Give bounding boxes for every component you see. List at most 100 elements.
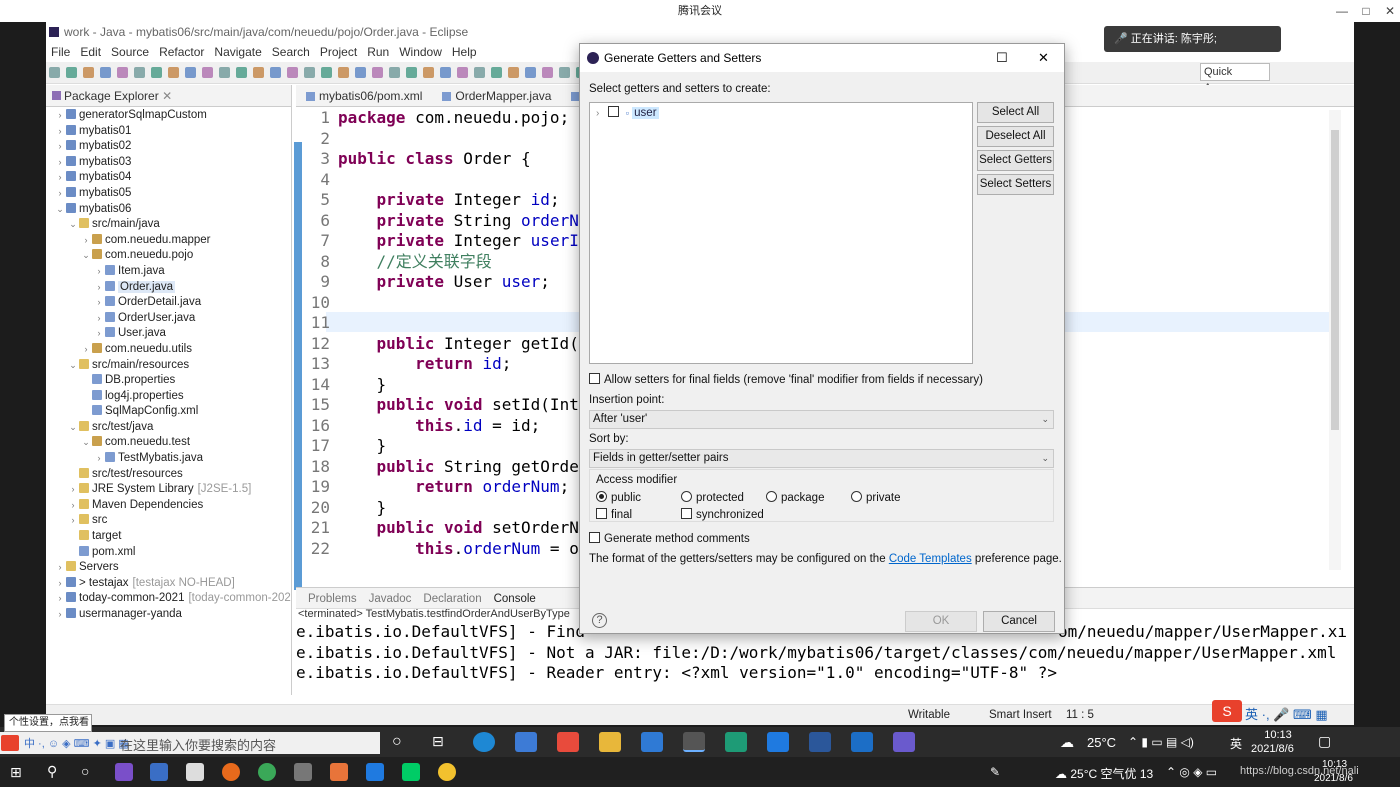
chevron-right-icon[interactable]: › (596, 108, 599, 119)
access-protected[interactable]: protected (681, 491, 744, 504)
chevron-icon[interactable]: › (93, 451, 105, 467)
toolbar-tool-icon[interactable] (440, 67, 451, 78)
clock-date-2[interactable]: 2021/8/6 (1314, 773, 1353, 784)
editor-tab[interactable]: OrderMapper.java (432, 85, 561, 107)
maximize-icon[interactable]: ☐ (996, 44, 1008, 72)
tab-problems[interactable]: Problems (308, 593, 357, 605)
tree-item[interactable]: › src (46, 513, 291, 529)
powershell-icon[interactable] (150, 763, 168, 781)
tree-item[interactable]: pom.xml (46, 545, 291, 561)
toolbar-tool-icon[interactable] (134, 67, 145, 78)
tab-javadoc[interactable]: Javadoc (369, 593, 412, 605)
menu-navigate[interactable]: Navigate (214, 45, 261, 59)
chrome-icon[interactable] (258, 763, 276, 781)
toolbar-tool-icon[interactable] (457, 67, 468, 78)
toolbar-tool-icon[interactable] (66, 67, 77, 78)
chevron-icon[interactable]: › (93, 326, 105, 342)
toolbar-tool-icon[interactable] (372, 67, 383, 78)
chevron-icon[interactable]: › (67, 498, 79, 514)
app-icon-yellow[interactable] (438, 763, 456, 781)
tree-item[interactable]: src/test/resources (46, 467, 291, 483)
code-templates-link[interactable]: Code Templates (889, 553, 972, 565)
chevron-icon[interactable]: › (54, 108, 66, 124)
tree-item[interactable]: › User.java (46, 326, 291, 342)
toolbar-tool-icon[interactable] (321, 67, 332, 78)
tree-item[interactable]: › JRE System Library [J2SE-1.5] (46, 482, 291, 498)
file-explorer-icon[interactable] (599, 732, 621, 752)
tree-item[interactable]: ⌄ mybatis06 (46, 202, 291, 218)
tree-item[interactable]: ⌄ src/main/java (46, 217, 291, 233)
tab-declaration[interactable]: Declaration (423, 593, 481, 605)
select-getters-button[interactable]: Select Getters (977, 150, 1054, 171)
select-setters-button[interactable]: Select Setters (977, 174, 1054, 195)
toolbar-tool-icon[interactable] (355, 67, 366, 78)
tree-item[interactable]: › mybatis02 (46, 139, 291, 155)
app-icon[interactable] (515, 732, 537, 752)
sort-by-select[interactable]: Fields in getter/setter pairs ⌄ (589, 449, 1054, 468)
search-box[interactable]: 中 ·, ☺ ◈ ⌨ ✦ ▣ ▦ 在这里输入你要搜索的内容 (0, 732, 380, 754)
radio-public[interactable] (596, 491, 607, 502)
task-view-icon[interactable]: ⊟ (432, 733, 444, 750)
chevron-icon[interactable]: ⌄ (80, 248, 92, 264)
generate-comments-option[interactable]: Generate method comments (589, 532, 750, 545)
field-item-user[interactable]: › ▫ user (596, 106, 659, 119)
menu-run[interactable]: Run (367, 45, 389, 59)
tree-item[interactable]: › OrderUser.java (46, 311, 291, 327)
toolbar-tool-icon[interactable] (525, 67, 536, 78)
allow-final-option[interactable]: Allow setters for final fields (remove '… (589, 373, 983, 386)
toolbar-tool-icon[interactable] (202, 67, 213, 78)
tab-console[interactable]: Console (494, 593, 536, 605)
toolbar-tool-icon[interactable] (474, 67, 485, 78)
toolbar-tool-icon[interactable] (100, 67, 111, 78)
field-checkbox[interactable] (607, 106, 619, 117)
edge-icon[interactable] (473, 732, 495, 752)
word-icon[interactable] (809, 732, 831, 752)
tree-item[interactable]: › com.neuedu.mapper (46, 233, 291, 249)
tree-item[interactable]: › generatorSqlmapCustom (46, 108, 291, 124)
tree-item[interactable]: › Maven Dependencies (46, 498, 291, 514)
toolbar-tool-icon[interactable] (253, 67, 264, 78)
app-icon-purple[interactable] (893, 732, 915, 752)
tree-item[interactable]: DB.properties (46, 373, 291, 389)
toolbar-tool-icon[interactable] (389, 67, 400, 78)
chevron-icon[interactable]: › (93, 264, 105, 280)
toolbar-tool-icon[interactable] (542, 67, 553, 78)
search-placeholder[interactable]: 在这里输入你要搜索的内容 (120, 735, 276, 754)
close-icon[interactable]: ✕ (1378, 0, 1400, 22)
chevron-icon[interactable]: › (54, 186, 66, 202)
editor-tab[interactable]: mybatis06/pom.xml (296, 85, 432, 107)
chevron-icon[interactable]: ⌄ (54, 202, 66, 218)
tree-item[interactable]: › mybatis01 (46, 124, 291, 140)
chevron-icon[interactable]: › (67, 513, 79, 529)
deselect-all-button[interactable]: Deselect All (977, 126, 1054, 147)
toolbar-tool-icon[interactable] (304, 67, 315, 78)
editor-scroll-thumb[interactable] (1331, 130, 1339, 430)
windows-start-icon[interactable]: ⊞ (10, 764, 22, 781)
radio-package[interactable] (766, 491, 777, 502)
ime-toolbar-icons[interactable]: 中 ·, ☺ ◈ ⌨ ✦ ▣ ▦ (24, 735, 129, 751)
toolbar-tool-icon[interactable] (338, 67, 349, 78)
toolbar-tool-icon[interactable] (508, 67, 519, 78)
notification-icon[interactable]: ▢ (1318, 733, 1331, 750)
cortana-icon-2[interactable]: ○ (81, 763, 89, 779)
visual-studio-icon[interactable] (115, 763, 133, 781)
ime-indicator[interactable]: 英 (1230, 735, 1242, 752)
app-icon-red[interactable] (557, 732, 579, 752)
generate-comments-checkbox[interactable] (589, 532, 600, 543)
tree-item[interactable]: › Servers (46, 560, 291, 576)
tray-icons-2[interactable]: ⌃ ◎ ◈ ▭ (1166, 765, 1217, 779)
menu-window[interactable]: Window (399, 45, 442, 59)
menu-file[interactable]: File (51, 45, 70, 59)
tree-item[interactable]: › Item.java (46, 264, 291, 280)
chevron-icon[interactable]: › (93, 295, 105, 311)
clock-time[interactable]: 10:13 (1255, 729, 1301, 741)
access-private[interactable]: private (851, 491, 901, 504)
tree-item[interactable]: › com.neuedu.utils (46, 342, 291, 358)
tree-item[interactable]: ⌄ src/main/resources (46, 358, 291, 374)
ime-status-icons[interactable]: 英 ·, 🎤 ⌨ ▦ (1245, 704, 1328, 723)
toolbar-tool-icon[interactable] (287, 67, 298, 78)
clock-date[interactable]: 2021/8/6 (1251, 743, 1294, 755)
toolbar-tool-icon[interactable] (151, 67, 162, 78)
synchronized-checkbox[interactable] (681, 508, 692, 519)
close-icon[interactable]: ✕ (1038, 44, 1049, 72)
